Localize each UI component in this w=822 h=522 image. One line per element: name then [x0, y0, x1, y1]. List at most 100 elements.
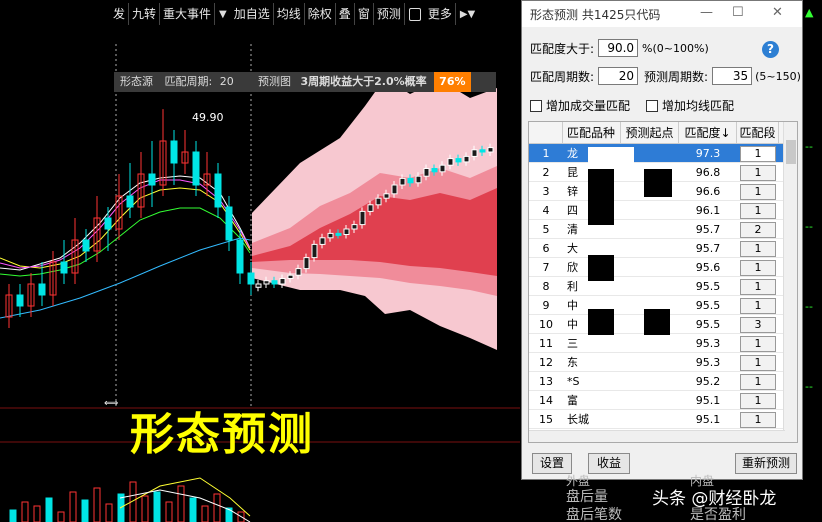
pred-period-input[interactable]: 35 — [712, 67, 753, 85]
toolbar-item-predict[interactable]: 预测 — [374, 3, 405, 25]
volume-bar — [189, 497, 197, 522]
table-row[interactable]: 1 龙 97.3 1 — [529, 144, 797, 163]
match-candle-body — [375, 197, 382, 206]
col-stock[interactable]: 匹配品种 — [563, 122, 621, 143]
table-row[interactable]: 5 清 95.7 2 — [529, 220, 797, 239]
cell-start — [621, 334, 679, 352]
match-candle-body — [319, 237, 326, 245]
cell-idx: 14 — [539, 394, 553, 407]
segment-button[interactable]: 1 — [740, 203, 776, 219]
more-arrow-icon[interactable]: ▶▼ — [456, 9, 479, 20]
segment-button[interactable]: 1 — [740, 412, 776, 428]
cell-score: 95.2 — [695, 375, 721, 388]
maximize-icon[interactable]: ☐ — [732, 5, 744, 20]
repredict-button[interactable]: 重新预测 — [735, 453, 797, 474]
table-row[interactable]: 8 利 95.5 1 — [529, 277, 797, 296]
match-candle-body — [367, 204, 374, 212]
col-score[interactable]: 匹配度↓ — [679, 122, 737, 143]
cell-seg: 1 — [737, 277, 779, 295]
segment-button[interactable]: 1 — [740, 355, 776, 371]
kline-chart[interactable]: 49.90 形态源 匹配周期: 20 预测图 3周期收益大于2.0%概率 76%… — [0, 28, 520, 522]
chevron-down-icon[interactable]: ▼ — [215, 9, 231, 20]
cell-seg: 1 — [737, 391, 779, 409]
scroll-thumb[interactable] — [786, 140, 796, 164]
toolbar-item-exright[interactable]: 除权 — [305, 3, 336, 25]
ma-match-checkbox[interactable] — [646, 99, 659, 112]
table-header: 匹配品种 预测起点 匹配度↓ 匹配段 — [529, 122, 797, 144]
segment-button[interactable]: 1 — [740, 241, 776, 257]
toolbar-item-fa[interactable]: 发 — [110, 3, 130, 25]
match-period-field-label: 匹配周期数: — [530, 69, 595, 84]
drag-handle-icon[interactable]: ⟺ — [104, 398, 118, 409]
cell-seg: 1 — [737, 163, 779, 181]
minimize-icon[interactable]: — — [700, 5, 713, 20]
settings-button[interactable]: 设置 — [532, 453, 572, 474]
segment-button[interactable]: 1 — [740, 374, 776, 390]
cell-idx: 11 — [539, 337, 553, 350]
toolbar-item-overlay[interactable]: 叠 — [336, 3, 355, 25]
match-threshold-input[interactable]: 90.0 — [598, 39, 639, 57]
col-start[interactable]: 预测起点 — [621, 122, 679, 143]
toolbar-item-ma[interactable]: 均线 — [274, 3, 305, 25]
segment-button[interactable]: 3 — [740, 317, 776, 333]
gain-button[interactable]: 收益 — [588, 453, 630, 474]
privacy-mask — [588, 147, 634, 169]
lock-icon[interactable] — [408, 7, 421, 21]
close-icon[interactable]: ✕ — [772, 5, 783, 20]
cell-seg: 1 — [737, 296, 779, 314]
cell-idx: 8 — [542, 280, 550, 293]
segment-button[interactable]: 1 — [740, 393, 776, 409]
toolbar-item-more[interactable]: 更多 — [425, 3, 456, 25]
help-icon[interactable]: ? — [762, 41, 779, 58]
vertical-scrollbar[interactable] — [783, 122, 797, 442]
toolbar-item-add-watchlist[interactable]: 加自选 — [231, 3, 274, 25]
table-row[interactable]: 13 *S 95.2 1 — [529, 372, 797, 391]
toolbar-item-major-events[interactable]: 重大事件 — [160, 3, 216, 25]
segment-button[interactable]: 1 — [740, 298, 776, 314]
table-row[interactable]: 11 三 95.3 1 — [529, 334, 797, 353]
cell-start — [621, 277, 679, 295]
table-row[interactable]: 7 欣 95.6 1 — [529, 258, 797, 277]
match-period-input[interactable]: 20 — [598, 67, 639, 85]
feature-title: 形态预测 — [130, 409, 314, 460]
cell-score: 95.3 — [695, 337, 721, 350]
segment-button[interactable]: 1 — [740, 184, 776, 200]
col-segment[interactable]: 匹配段 — [737, 122, 779, 143]
dialog-titlebar[interactable]: 形态预测 共1425只代码 — ☐ ✕ — [522, 1, 802, 27]
match-candle-body — [359, 210, 366, 226]
segment-button[interactable]: 1 — [740, 165, 776, 181]
segment-button[interactable]: 1 — [740, 260, 776, 276]
segment-button[interactable]: 2 — [740, 222, 776, 238]
candle-body — [82, 239, 90, 252]
horizontal-scrollbar[interactable] — [529, 430, 785, 442]
candle-body — [192, 151, 200, 186]
segment-button[interactable]: 1 — [740, 146, 776, 162]
table-row[interactable]: 15 长城 95.1 1 — [529, 410, 797, 429]
toolbar-item-window[interactable]: 窗 — [355, 3, 374, 25]
match-candle-body — [295, 268, 302, 276]
col-index[interactable] — [529, 122, 563, 143]
cell-score: 95.6 — [695, 261, 721, 274]
strip-tick: -- — [805, 220, 813, 233]
toolbar-item-jiuzhuan[interactable]: 九转 — [129, 3, 161, 25]
watermark-text: 头条 @财经卧龙 — [652, 489, 777, 509]
volume-bar — [69, 491, 77, 522]
segment-button[interactable]: 1 — [740, 336, 776, 352]
cell-start — [621, 239, 679, 257]
pattern-source-label: 形态源 — [120, 75, 153, 88]
match-candle-body — [263, 280, 270, 285]
match-candle-body — [399, 177, 406, 186]
volume-match-checkbox[interactable] — [530, 99, 542, 112]
volume-bar — [141, 495, 149, 522]
volume-bar — [21, 501, 29, 522]
segment-button[interactable]: 1 — [740, 279, 776, 295]
cell-seg: 1 — [737, 372, 779, 390]
privacy-mask — [644, 169, 672, 197]
table-row[interactable]: 6 大 95.7 1 — [529, 239, 797, 258]
cell-score: 95.7 — [695, 242, 721, 255]
table-row[interactable]: 12 东 95.3 1 — [529, 353, 797, 372]
table-row[interactable]: 4 四 96.1 1 — [529, 201, 797, 220]
cell-score: 95.1 — [695, 394, 721, 407]
table-row[interactable]: 14 富 95.1 1 — [529, 391, 797, 410]
privacy-mask — [588, 255, 614, 281]
